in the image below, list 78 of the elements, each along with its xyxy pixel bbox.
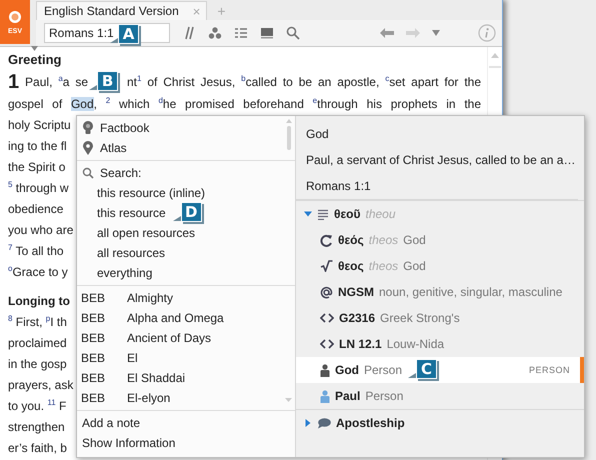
topic-item[interactable]: BEB El Shaddai — [77, 368, 295, 388]
lightbulb-icon — [82, 121, 94, 135]
section-heading: Longing to — [8, 293, 70, 310]
menu-item[interactable]: Add a note — [77, 413, 295, 433]
menu-item[interactable]: Atlas — [77, 138, 295, 158]
topic-item[interactable]: BEB Alpha and Omega — [77, 308, 295, 328]
dots-icon[interactable] — [208, 26, 222, 40]
tree-item[interactable]: θεός theos God — [296, 227, 584, 253]
section-heading: Greeting — [8, 51, 62, 69]
topic-item[interactable]: BEB Ancient of Days — [77, 328, 295, 348]
logo-icon — [8, 10, 22, 24]
verse-text: proclaimed — [8, 335, 67, 352]
selected-word: God — [70, 97, 94, 112]
verse-text: $^{7}$ To all tho — [8, 242, 64, 260]
menu-item[interactable]: all resources — [77, 243, 295, 263]
verse-text: $^{o}$Grace to y — [8, 263, 68, 282]
info-item[interactable]: God — [296, 121, 584, 147]
dropdown-caret-icon[interactable] — [432, 30, 440, 36]
tree-item[interactable]: θεοῦ theou — [296, 201, 584, 227]
menu-item[interactable]: Factbook — [77, 118, 295, 138]
menu-item[interactable]: everything — [77, 263, 295, 283]
tree-item[interactable]: θεος theos God — [296, 253, 584, 279]
info-item[interactable]: Paul, a servant of Christ Jesus, called to be an a… — [296, 147, 584, 173]
square-root-icon — [320, 260, 333, 272]
scrollbar[interactable] — [286, 119, 292, 150]
verse-text: holy Scriptu — [8, 117, 71, 134]
parallel-resources-icon[interactable] — [182, 26, 196, 40]
verse-text: er’s faith, b — [8, 440, 67, 458]
tree-item[interactable]: LN 12.1 Louw-Nida — [296, 331, 584, 357]
code-brackets-icon — [320, 312, 334, 324]
verse-text: the Spirit o — [8, 159, 66, 176]
tree-item[interactable]: Apostleship — [296, 410, 584, 436]
verse-text: Paul, $^{a}$a se — [25, 75, 88, 89]
scroll-up-icon — [286, 119, 292, 123]
topic-item[interactable]: BEB El-elyon — [77, 388, 295, 408]
search-icon[interactable] — [286, 26, 300, 40]
menu-item[interactable]: all open resources — [77, 223, 295, 243]
scroll-up-icon — [491, 53, 499, 58]
menu-item[interactable]: this resource (inline) — [77, 183, 295, 203]
search-icon — [82, 167, 94, 179]
code-brackets-icon — [320, 338, 334, 350]
topic-item[interactable]: BEB El — [77, 348, 295, 368]
verse-text: prayers, ask — [8, 377, 74, 394]
list-icon[interactable] — [234, 27, 248, 39]
map-pin-icon — [82, 141, 94, 155]
verse-text: $^{8}$ First, $^{p}$I th — [8, 313, 67, 332]
verse-text: obedience — [8, 201, 64, 218]
verse-text: ing to the fl — [8, 138, 67, 156]
verse-text: gospel of — [8, 97, 62, 112]
panel-icon[interactable] — [260, 27, 274, 39]
topic-item[interactable]: BEB Almighty — [77, 288, 295, 308]
speech-bubble-icon — [317, 418, 331, 428]
tree-item[interactable]: NGSM noun, genitive, singular, masculine — [296, 279, 584, 305]
menu-item[interactable]: this resource D — [77, 203, 295, 223]
resource-tab[interactable]: English Standard Version × — [36, 1, 208, 20]
tree-item[interactable]: God Person C PERSON — [296, 357, 584, 383]
circular-arrows-icon — [320, 234, 333, 246]
verse-text: you who are — [8, 222, 74, 240]
text-lines-icon — [317, 208, 329, 220]
menu-item[interactable]: Show Information — [77, 433, 295, 453]
verse-text: strengthen — [8, 419, 65, 436]
verse-text: in the gosp — [8, 356, 67, 374]
at-sign-icon — [320, 286, 333, 298]
expand-toggle-icon[interactable] — [304, 419, 312, 427]
verse-text: , $^{2}$ which $^{d}$he promised beforehand $^{e}$through his prophets in the — [94, 97, 481, 112]
expand-toggle-icon[interactable] — [304, 210, 312, 218]
scroll-down-icon — [285, 398, 292, 402]
menu-label: Search: — [77, 163, 295, 183]
info-icon[interactable] — [478, 24, 496, 42]
tree-item[interactable]: Paul Person — [296, 383, 584, 409]
back-arrow-icon[interactable] — [380, 28, 394, 38]
verse-text: to you. $^{11}$ F — [8, 397, 66, 416]
verse-number: 1 — [8, 71, 20, 93]
verse-text: nt$^{1}$ of Christ Jesus, $^{b}$called to be an apostle, $^{c}$set apart for the — [126, 75, 481, 89]
reference-field[interactable]: Romans 1:1 A — [44, 23, 170, 43]
info-item[interactable]: Romans 1:1 — [296, 173, 584, 199]
verse-text: $^{5}$ through w — [8, 179, 68, 198]
tree-item[interactable]: G2316 Greek Strong's — [296, 305, 584, 331]
